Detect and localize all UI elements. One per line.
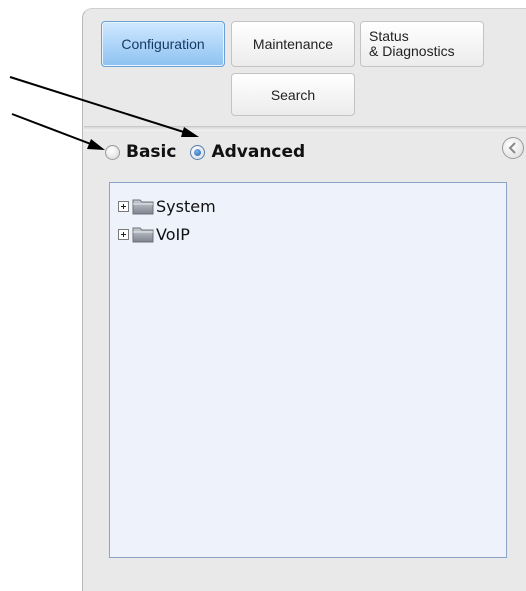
tab-status-diagnostics[interactable]: Status & Diagnostics	[360, 21, 484, 67]
expand-plus-icon[interactable]	[118, 228, 129, 240]
folder-icon	[132, 199, 154, 215]
tab-status-line1: Status	[369, 28, 409, 44]
menu-mode-selector: Basic Advanced	[105, 139, 305, 165]
expand-plus-icon[interactable]	[118, 200, 129, 212]
chevron-left-icon	[508, 142, 516, 154]
tab-status-line2: & Diagnostics	[369, 43, 455, 59]
tab-search[interactable]: Search	[231, 73, 355, 116]
tree-item-label[interactable]: System	[156, 197, 216, 216]
tab-bar-divider	[84, 126, 526, 131]
basic-radio[interactable]	[105, 144, 120, 160]
tab-maintenance[interactable]: Maintenance	[231, 21, 355, 67]
advanced-radio[interactable]	[190, 144, 206, 160]
advanced-label[interactable]: Advanced	[211, 142, 305, 162]
navigation-tree: System VoIP	[109, 182, 507, 558]
basic-label[interactable]: Basic	[126, 142, 176, 162]
folder-icon	[132, 227, 154, 243]
tree-item-voip[interactable]: VoIP	[118, 223, 190, 245]
collapse-navigation-button[interactable]	[502, 137, 524, 159]
tree-item-label[interactable]: VoIP	[156, 225, 190, 244]
tab-configuration[interactable]: Configuration	[101, 21, 225, 67]
tree-item-system[interactable]: System	[118, 195, 216, 217]
